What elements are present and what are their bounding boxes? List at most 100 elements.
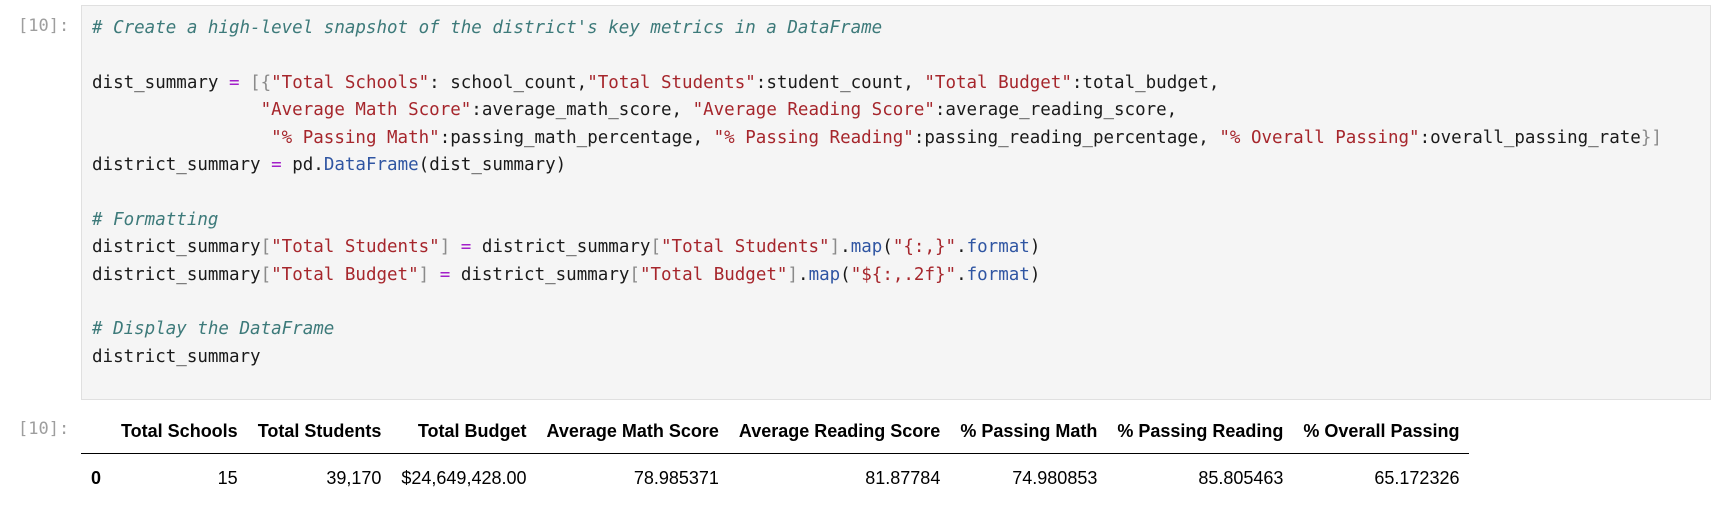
column-header: % Passing Reading	[1107, 410, 1294, 454]
dataframe-table: Total Schools Total Students Total Budget A…	[81, 410, 1470, 503]
code-token: [{	[239, 72, 272, 93]
code-token: format	[966, 264, 1030, 285]
code-line: district_summary = pd.DataFrame(dist_sum…	[92, 152, 1700, 179]
code-token: "Total Students"	[661, 237, 830, 258]
code-token: ]	[829, 237, 841, 258]
code-token: "% Passing Reading"	[713, 127, 914, 148]
code-token: :student_count,	[755, 72, 925, 93]
code-token: :passing_reading_percentage,	[913, 127, 1220, 148]
table-header-row: Total Schools Total Students Total Budget A…	[81, 410, 1470, 454]
output-area: Total Schools Total Students Total Budget A…	[81, 410, 1470, 503]
table-cell: 39,170	[326, 467, 382, 488]
code-line: "Average Math Score":average_math_score,…	[92, 97, 1700, 124]
code-token: :passing_math_percentage,	[439, 127, 714, 148]
code-token: district_summary	[450, 264, 630, 285]
code-token: district_summary	[471, 237, 651, 258]
code-token: .	[956, 264, 967, 285]
code-token: =	[460, 237, 472, 258]
table-body: 0 15 39,170 $24,649,428.00 78.985371 81.87784…	[81, 454, 1469, 503]
code-token: # Create a high-level snapshot of the di…	[92, 18, 883, 38]
code-token: =	[271, 154, 282, 175]
index-header	[81, 410, 112, 454]
code-token: district_summary	[92, 264, 261, 285]
code-token: district_summary	[92, 237, 261, 258]
code-token: : school_count,	[429, 72, 588, 93]
code-token: :average_reading_score,	[934, 100, 1178, 121]
code-token: [	[260, 237, 272, 258]
code-token: # Display the DataFrame	[92, 319, 335, 340]
code-token: district_summary	[92, 346, 261, 367]
code-token: (	[882, 237, 893, 258]
column-header: Total Budget	[391, 410, 537, 454]
code-token: ]	[418, 264, 430, 285]
code-token: "Average Reading Score"	[692, 100, 935, 121]
column-header: Average Reading Score	[728, 410, 951, 454]
code-cell[interactable]: [10]: # Create a high-level snapshot of …	[0, 5, 1711, 405]
code-token: .	[840, 237, 851, 258]
code-token: format	[966, 237, 1030, 258]
code-token: (dist_summary)	[418, 154, 567, 175]
code-token: "{:,}"	[892, 237, 957, 258]
input-prompt: [10]:	[18, 16, 70, 36]
code-token: "Total Students"	[271, 237, 440, 258]
code-token: district_summary	[92, 154, 272, 175]
code-line: # Formatting	[92, 207, 1700, 234]
code-line: dist_summary = [{"Total Schools": school…	[92, 70, 1700, 97]
column-header: % Passing Math	[950, 410, 1108, 454]
code-token: (	[840, 264, 851, 285]
table-cell: 65.172326	[1374, 467, 1460, 488]
code-editor[interactable]: # Create a high-level snapshot of the di…	[81, 5, 1711, 400]
code-line: "% Passing Math":passing_math_percentage…	[92, 125, 1700, 152]
table-cell: 74.980853	[1012, 467, 1098, 488]
row-index: 0	[91, 467, 102, 488]
table-cell: 15	[217, 467, 238, 488]
column-header: Total Schools	[111, 410, 248, 454]
code-token: }]	[1640, 127, 1662, 148]
code-token: =	[439, 264, 451, 285]
code-token: "% Overall Passing"	[1219, 127, 1420, 148]
code-line: # Display the DataFrame	[92, 316, 1700, 343]
code-token: :overall_passing_rate	[1419, 127, 1641, 148]
code-token: [	[260, 264, 272, 285]
code-token: "Total Students"	[587, 72, 756, 93]
column-header: Total Students	[247, 410, 392, 454]
column-header: Average Math Score	[536, 410, 729, 454]
code-token: "Total Budget"	[639, 264, 788, 285]
code-token: .	[956, 237, 967, 258]
code-token: [	[650, 237, 662, 258]
table-cell: 78.985371	[633, 467, 719, 488]
code-token: =	[228, 72, 240, 93]
table-cell: $24,649,428.00	[401, 467, 527, 488]
code-token: )	[1029, 237, 1041, 258]
code-token: )	[1029, 264, 1041, 285]
code-token: "Average Math Score"	[260, 100, 472, 121]
code-token: pd.	[281, 154, 324, 175]
code-token: .	[798, 264, 809, 285]
output-prompt: [10]:	[18, 419, 70, 439]
code-line: district_summary["Total Students"] = dis…	[92, 234, 1700, 261]
code-token: "% Passing Math"	[271, 127, 440, 148]
code-line: district_summary	[92, 344, 1700, 371]
output-cell: [10]: Total Schools Total Students Total B…	[0, 410, 1711, 514]
table-row: 0 15 39,170 $24,649,428.00 78.985371 81.87784…	[81, 454, 1469, 503]
code-token: :total_budget,	[1071, 72, 1220, 93]
code-token: "Total Schools"	[271, 72, 430, 93]
code-token: dist_summary	[92, 72, 229, 93]
column-header: % Overall Passing	[1293, 410, 1470, 454]
code-token: "${:,.2f}"	[850, 264, 957, 285]
table-cell: 85.805463	[1198, 467, 1284, 488]
code-token: DataFrame	[323, 154, 419, 175]
code-token: map	[808, 264, 841, 285]
code-token: :average_math_score,	[471, 100, 693, 121]
code-token: [	[629, 264, 640, 285]
table-cell: 81.87784	[865, 467, 941, 488]
code-token: map	[850, 237, 883, 258]
code-line: # Create a high-level snapshot of the di…	[92, 15, 1700, 42]
